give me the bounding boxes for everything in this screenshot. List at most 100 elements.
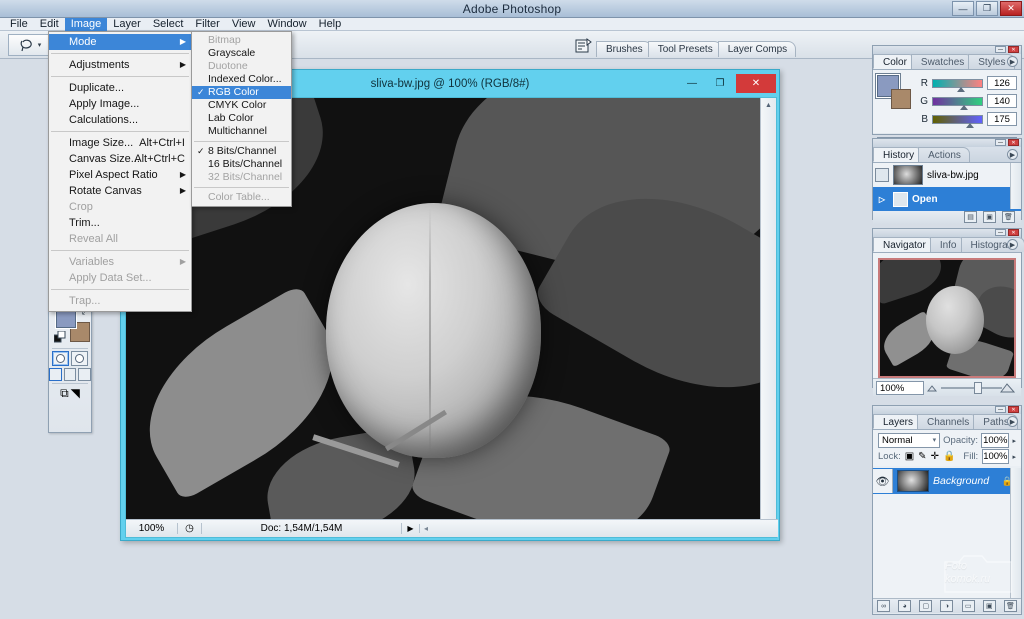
palette-tab-layer-comps[interactable]: Layer Comps: [717, 41, 797, 57]
delete-layer-icon[interactable]: 🗑: [1003, 600, 1017, 612]
color-panel-menu-icon[interactable]: ▶: [1007, 56, 1018, 67]
history-scrollbar[interactable]: [1010, 163, 1021, 209]
default-colors-icon[interactable]: [53, 330, 67, 346]
menu-image[interactable]: Image: [64, 17, 108, 31]
image-menu-item-adjustments[interactable]: Adjustments ▶: [49, 57, 191, 73]
channel-slider-b[interactable]: [932, 114, 983, 128]
channel-value-b[interactable]: 175: [987, 112, 1017, 126]
menu-filter[interactable]: Filter: [189, 18, 225, 31]
navigator-zoom-slider[interactable]: [927, 381, 1018, 395]
new-layer-icon[interactable]: ▣: [982, 600, 996, 612]
layers-panel-minimize-icon[interactable]: —: [995, 406, 1006, 413]
navigator-slider-knob[interactable]: [974, 381, 983, 394]
history-panel-bar[interactable]: — ✕: [873, 139, 1021, 147]
image-menu-item-calculations[interactable]: Calculations...: [49, 112, 191, 128]
jump-to-imageready-icon[interactable]: ⧉: [60, 386, 69, 401]
image-menu-item-canvas-size[interactable]: Canvas Size... Alt+Ctrl+C: [49, 151, 191, 167]
fill-value[interactable]: 100%: [982, 449, 1009, 464]
history-state-row[interactable]: ▷ Open: [873, 187, 1021, 211]
status-preview-icon[interactable]: ◷: [178, 523, 202, 534]
screen-mode-fullscreen[interactable]: [78, 368, 92, 381]
menu-help[interactable]: Help: [313, 18, 348, 31]
navigator-panel-minimize-icon[interactable]: —: [995, 229, 1006, 236]
mode-item-lab-color[interactable]: Lab Color: [192, 112, 291, 125]
status-zoom-value[interactable]: 100%: [126, 523, 178, 534]
color-panel-close-icon[interactable]: ✕: [1008, 46, 1019, 53]
zoom-in-icon[interactable]: [1000, 382, 1016, 393]
history-panel-close-icon[interactable]: ✕: [1008, 139, 1019, 146]
layers-panel-bar[interactable]: — ✕: [873, 406, 1021, 414]
opacity-value[interactable]: 100%: [981, 433, 1010, 448]
layers-panel-menu-icon[interactable]: ▶: [1007, 416, 1018, 427]
image-menu-item-duplicate[interactable]: Duplicate...: [49, 80, 191, 96]
navigator-panel-tab-navigator[interactable]: Navigator: [873, 237, 935, 252]
maximize-button[interactable]: ❐: [976, 1, 998, 16]
color-panel-tab-color[interactable]: Color: [873, 54, 916, 69]
channel-value-g[interactable]: 140: [987, 94, 1017, 108]
layers-panel-tab-channels[interactable]: Channels: [917, 414, 979, 429]
palette-tab-brushes[interactable]: Brushes: [596, 41, 652, 57]
channel-slider-thumb[interactable]: [957, 86, 965, 92]
navigator-zoom-value[interactable]: 100%: [876, 380, 924, 395]
screen-mode-standard[interactable]: [49, 368, 62, 381]
adjustment-layer-icon[interactable]: ◑: [940, 600, 954, 612]
image-menu-item-apply-image[interactable]: Apply Image...: [49, 96, 191, 112]
menu-layer[interactable]: Layer: [107, 18, 147, 31]
standard-mode-button[interactable]: [52, 351, 69, 366]
close-button[interactable]: ✕: [1000, 1, 1022, 16]
mode-item-multichannel[interactable]: Multichannel: [192, 125, 291, 138]
color-panel-background-swatch[interactable]: [891, 89, 911, 109]
navigator-panel-close-icon[interactable]: ✕: [1008, 229, 1019, 236]
document-close-button[interactable]: ✕: [736, 74, 776, 93]
channel-value-r[interactable]: 126: [987, 76, 1017, 90]
color-panel-bar[interactable]: — ✕: [873, 46, 1021, 54]
image-menu-item-rotate-canvas[interactable]: Rotate Canvas ▶: [49, 183, 191, 199]
image-menu-item-pixel-aspect-ratio[interactable]: Pixel Aspect Ratio ▶: [49, 167, 191, 183]
fill-caret-icon[interactable]: ▸: [1013, 453, 1017, 461]
layers-panel-tab-layers[interactable]: Layers: [873, 414, 923, 429]
history-brush-source-icon[interactable]: [875, 168, 889, 182]
blend-mode-select[interactable]: Normal ▾: [878, 433, 941, 448]
tool-dropdown-caret[interactable]: ▾: [38, 41, 42, 49]
layer-style-icon[interactable]: ◕: [898, 600, 912, 612]
menu-window[interactable]: Window: [262, 18, 313, 31]
minimize-button[interactable]: —: [952, 1, 974, 16]
history-snapshot-row[interactable]: sliva-bw.jpg: [873, 163, 1021, 187]
delete-state-icon[interactable]: 🗑: [1002, 211, 1015, 223]
channel-slider-g[interactable]: [932, 96, 983, 110]
layers-panel-close-icon[interactable]: ✕: [1008, 406, 1019, 413]
lock-position-icon[interactable]: ✛: [931, 451, 939, 462]
menu-edit[interactable]: Edit: [34, 18, 65, 31]
palette-well-icon[interactable]: [570, 35, 596, 57]
color-panel-tab-swatches[interactable]: Swatches: [910, 54, 974, 69]
status-menu-arrow[interactable]: ▶: [402, 524, 420, 533]
mode-item-grayscale[interactable]: Grayscale: [192, 47, 291, 60]
history-panel-minimize-icon[interactable]: —: [995, 139, 1006, 146]
history-panel-tab-actions[interactable]: Actions: [918, 147, 970, 162]
channel-slider-thumb[interactable]: [966, 122, 975, 128]
history-panel-menu-icon[interactable]: ▶: [1007, 149, 1018, 160]
color-panel-minimize-icon[interactable]: —: [995, 46, 1006, 53]
history-panel-tab-history[interactable]: History: [873, 147, 924, 162]
image-menu-item-image-size[interactable]: Image Size... Alt+Ctrl+I: [49, 135, 191, 151]
canvas-vertical-scrollbar[interactable]: ▲: [760, 98, 776, 521]
zoom-out-icon[interactable]: [927, 383, 939, 392]
layer-mask-icon[interactable]: ▢: [919, 600, 933, 612]
navigator-panel-bar[interactable]: — ✕: [873, 229, 1021, 237]
mode-item-indexed-color[interactable]: Indexed Color...: [192, 73, 291, 86]
lock-image-icon[interactable]: ✎: [918, 451, 926, 462]
opacity-caret-icon[interactable]: ▸: [1012, 437, 1016, 445]
mode-item-8-bits-channel[interactable]: ✓ 8 Bits/Channel: [192, 145, 291, 158]
channel-slider-r[interactable]: [932, 78, 983, 92]
layer-visibility-icon[interactable]: 👁: [873, 469, 893, 493]
screen-mode-fullscreen-menu[interactable]: [63, 368, 77, 381]
layer-row-background[interactable]: 👁 Background 🔒: [873, 468, 1021, 494]
menu-view[interactable]: View: [226, 18, 262, 31]
jump-to-icon-2[interactable]: ◥: [71, 386, 80, 401]
channel-slider-thumb[interactable]: [959, 104, 968, 110]
scroll-up-icon[interactable]: ▲: [761, 98, 776, 113]
mode-item-16-bits-channel[interactable]: 16 Bits/Channel: [192, 158, 291, 171]
menu-file[interactable]: File: [4, 18, 34, 31]
mode-item-cmyk-color[interactable]: CMYK Color: [192, 99, 291, 112]
status-resize-grip[interactable]: ◂: [420, 524, 778, 533]
